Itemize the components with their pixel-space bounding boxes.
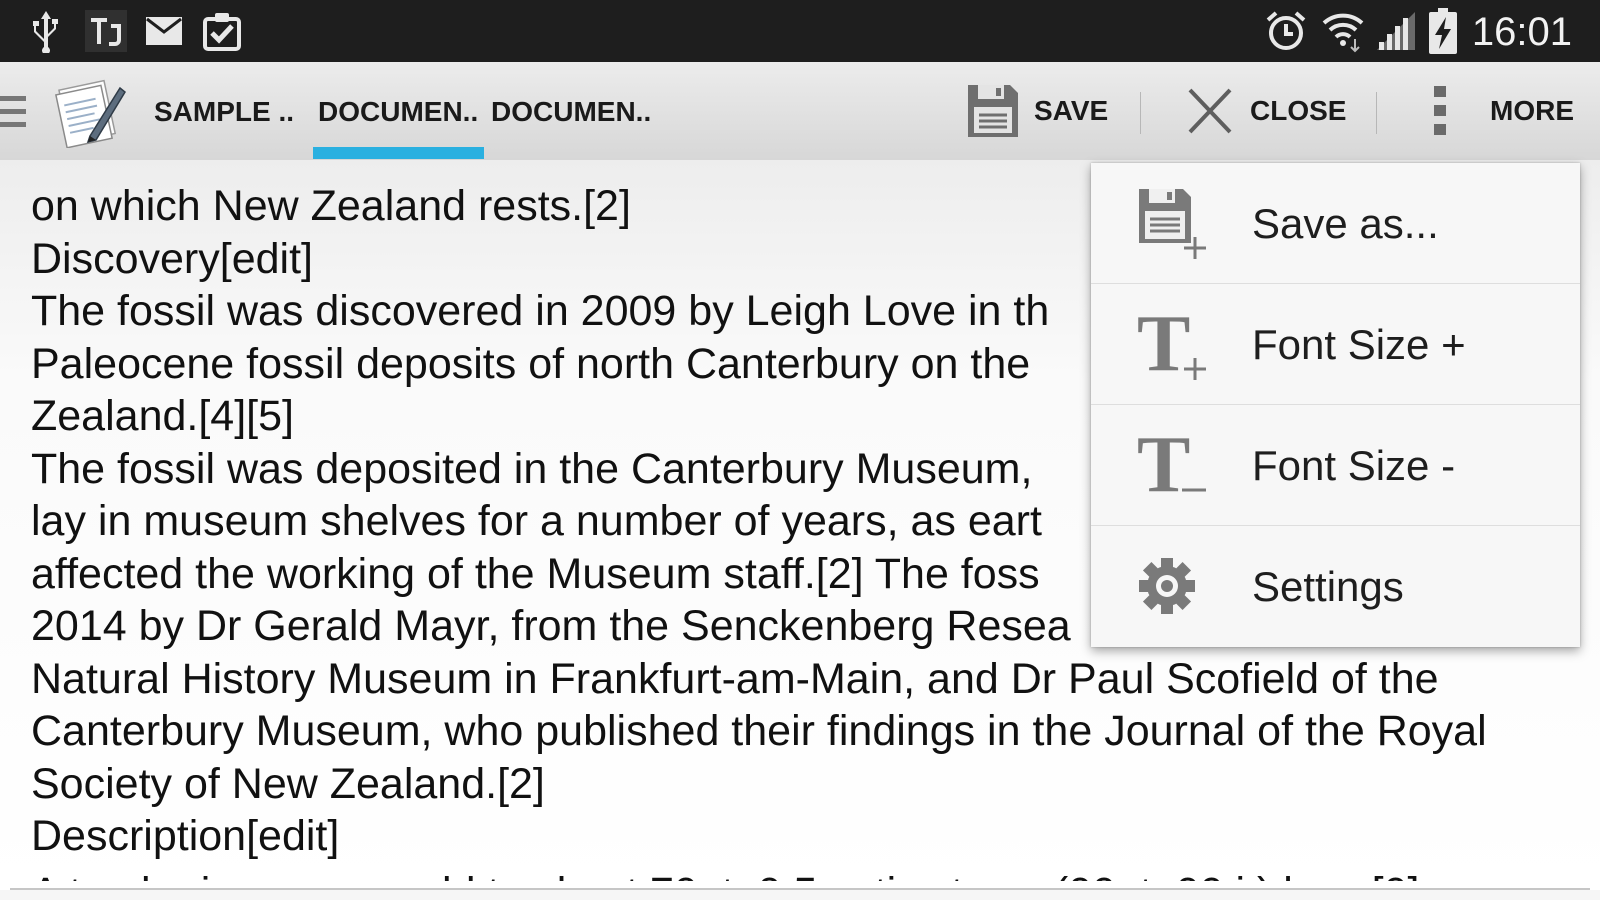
font-size-decrease-icon: T (1137, 429, 1206, 501)
close-label: CLOSE (1250, 95, 1347, 126)
mail-icon (144, 0, 184, 62)
doc-heading: Description[edit] (31, 812, 340, 860)
tab-selected-indicator (313, 147, 484, 159)
action-bar: SAMPLE .. DOCUMEN.. DOCUMEN.. SAVE CLOSE… (0, 62, 1600, 161)
tab-document-active[interactable]: DOCUMEN.. (318, 62, 478, 160)
menu-item-font-size-increase[interactable]: T Font Size + (1091, 284, 1580, 405)
status-bar: 16:01 (0, 0, 1600, 62)
save-icon (968, 85, 1018, 137)
alarm-icon (1264, 0, 1308, 62)
action-divider (1140, 92, 1141, 134)
tab-document[interactable]: DOCUMEN.. (491, 62, 651, 160)
close-icon (1188, 88, 1232, 134)
document-bottom-border (10, 888, 1590, 890)
menu-item-settings[interactable]: Settings (1091, 526, 1580, 646)
overflow-menu: Save as... T Font Size + T Font Size - S… (1091, 163, 1580, 647)
svg-text:T: T (1137, 308, 1190, 380)
save-as-icon (1139, 189, 1206, 259)
menu-item-save-as[interactable]: Save as... (1091, 163, 1580, 284)
menu-label-font-size-increase: Font Size + (1252, 321, 1466, 368)
battery-charging-icon (1426, 0, 1460, 62)
tab-sample[interactable]: SAMPLE .. (154, 62, 294, 160)
doc-line-partial-top (31, 160, 43, 173)
tj-app-icon (84, 0, 128, 62)
wifi-icon (1320, 0, 1366, 62)
cell-signal-icon (1374, 0, 1418, 62)
menu-label-save-as: Save as... (1252, 200, 1439, 247)
status-clock: 16:01 (1471, 10, 1572, 54)
doc-line: Canterbury Museum, who published their f… (31, 707, 1487, 755)
doc-line: Natural History Museum in Frankfurt-am-M… (31, 654, 1439, 703)
save-button[interactable]: SAVE (966, 62, 1108, 160)
doc-line-partial-bottom: A tr. ela.ri. s e.s.a.s a.ld ts. .b.s.t … (31, 863, 1591, 881)
menu-item-font-size-decrease[interactable]: T Font Size - (1091, 405, 1580, 526)
clipboard-check-icon (202, 0, 242, 62)
font-size-increase-icon: T (1137, 308, 1206, 380)
overflow-dots-icon (1434, 86, 1446, 135)
app-logo-icon[interactable] (54, 74, 128, 149)
save-label: SAVE (1034, 95, 1109, 126)
more-button[interactable]: MORE (1432, 62, 1574, 160)
gear-icon (1139, 558, 1195, 614)
usb-icon (26, 0, 66, 62)
more-label: MORE (1490, 95, 1574, 126)
drawer-menu-icon[interactable] (0, 96, 26, 130)
close-button[interactable]: CLOSE (1186, 62, 1346, 160)
doc-line: Society of New Zealand.[2] (31, 759, 545, 808)
menu-label-settings: Settings (1252, 563, 1404, 610)
menu-label-font-size-decrease: Font Size - (1252, 442, 1456, 489)
action-divider (1376, 92, 1377, 134)
